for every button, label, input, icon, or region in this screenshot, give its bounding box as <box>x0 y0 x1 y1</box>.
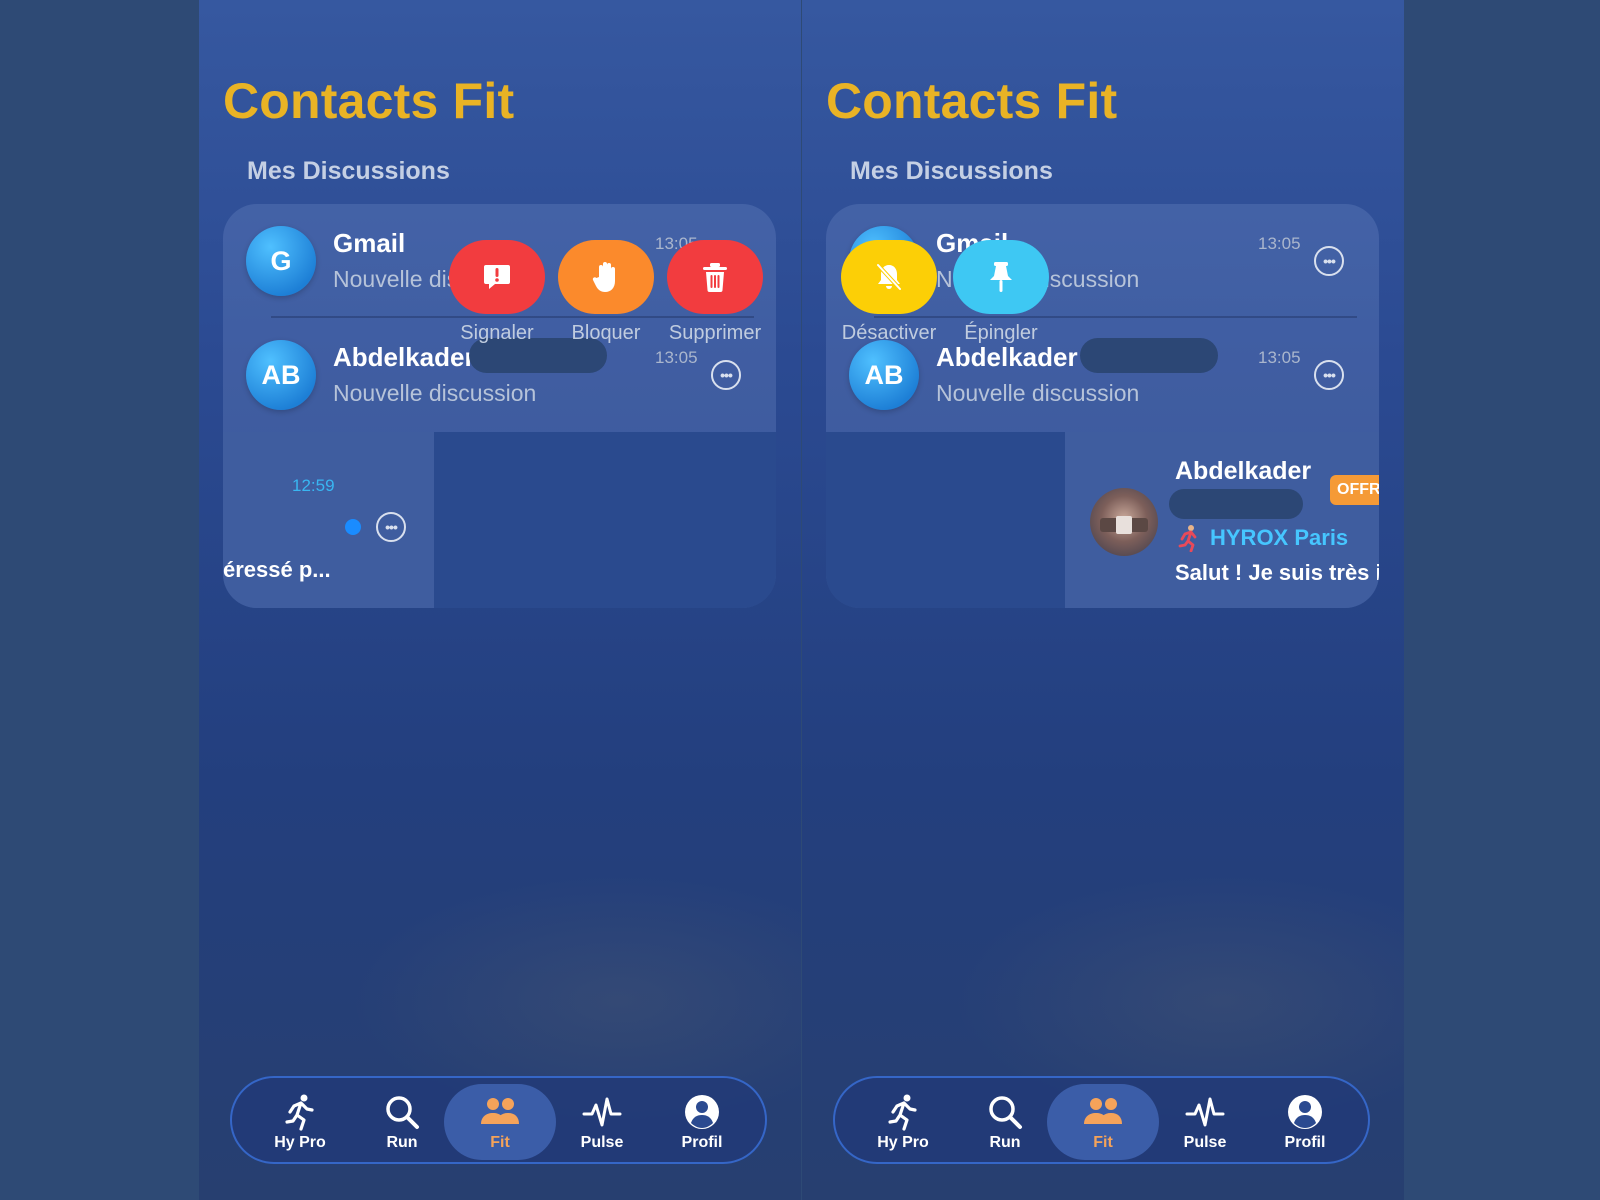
more-icon[interactable]: ••• <box>1314 360 1344 390</box>
action-label: Épingler <box>964 322 1038 344</box>
section-title: Mes Discussions <box>850 157 1053 185</box>
contact-name: Abdelkader <box>333 342 475 372</box>
message-preview: Nouvelle discussion <box>333 380 537 406</box>
message-preview: Salut ! Je suis très i <box>1175 560 1379 585</box>
runner-icon <box>1178 525 1197 552</box>
tab-profil[interactable]: Profil <box>1249 1084 1361 1160</box>
more-icon[interactable]: ••• <box>1314 246 1344 276</box>
profile-icon <box>1288 1095 1322 1129</box>
offer-badge: OFFR <box>1330 475 1379 505</box>
message-time: 13:05 <box>655 348 698 367</box>
tab-run[interactable]: Run <box>949 1084 1061 1160</box>
tab-hy-pro[interactable]: Hy Pro <box>244 1084 356 1160</box>
contact-name: Abdelkader <box>1175 457 1312 485</box>
section-title: Mes Discussions <box>247 157 450 185</box>
message-preview: Nouvelle discussion <box>936 380 1140 406</box>
message-preview: éressé p... <box>223 557 331 582</box>
epingler-button[interactable]: Épingler <box>953 240 1049 345</box>
tab-hy-pro[interactable]: Hy Pro <box>847 1084 959 1160</box>
more-icon[interactable]: ••• <box>376 512 406 542</box>
tab-profil[interactable]: Profil <box>646 1084 758 1160</box>
tab-label: Run <box>989 1134 1021 1151</box>
page-title: Contacts Fit <box>223 73 515 129</box>
runner-icon <box>888 1094 917 1131</box>
people-icon <box>481 1098 519 1124</box>
profile-icon <box>685 1095 719 1129</box>
avatar <box>1090 488 1158 556</box>
page-title: Contacts Fit <box>826 73 1118 129</box>
message-time: 12:59 <box>292 476 335 495</box>
pulse-icon <box>582 1097 622 1127</box>
hand-icon <box>592 262 615 292</box>
action-label: Supprimer <box>668 322 762 344</box>
swiped-row[interactable]: 12:59 ••• éressé p... <box>223 432 776 608</box>
bell-slash-icon <box>876 263 902 291</box>
contact-name: Gmail <box>333 228 406 258</box>
tab-pulse[interactable]: Pulse <box>1149 1084 1261 1160</box>
swiped-row-content[interactable]: 12:59 ••• éressé p... <box>223 432 434 608</box>
pulse-icon <box>1185 1097 1225 1127</box>
left-screen: Contacts Fit Mes Discussions G Gmail Nou… <box>199 0 801 1200</box>
tab-run[interactable]: Run <box>346 1084 458 1160</box>
contact-name: Abdelkader <box>936 342 1078 372</box>
pin-icon <box>990 262 1012 292</box>
tab-label: Pulse <box>1183 1134 1227 1151</box>
avatar: AB <box>246 340 316 410</box>
tab-label: Profil <box>681 1134 723 1151</box>
tab-pulse[interactable]: Pulse <box>546 1084 658 1160</box>
message-time: 13:05 <box>1258 348 1301 367</box>
swiped-row[interactable]: Abdelkader OFFR HYROX Paris Salut ! Je s… <box>826 432 1379 608</box>
more-icon[interactable]: ••• <box>711 360 741 390</box>
bottom-nav: Hy Pro Run Fit Pulse Profil <box>833 1076 1370 1164</box>
tab-label: Fit <box>490 1134 510 1151</box>
redacted-surname <box>1080 338 1218 373</box>
trash-icon <box>703 263 727 292</box>
tab-label: Run <box>386 1134 418 1151</box>
people-icon <box>1084 1098 1122 1124</box>
supprimer-button[interactable]: Supprimer <box>667 240 763 345</box>
avatar: AB <box>849 340 919 410</box>
tab-label: Fit <box>1093 1134 1113 1151</box>
tab-label: Hy Pro <box>274 1134 326 1151</box>
tab-fit[interactable]: Fit <box>444 1084 556 1160</box>
search-icon <box>989 1096 1022 1129</box>
bloquer-button[interactable]: Bloquer <box>558 240 654 345</box>
redacted-surname <box>1169 489 1303 519</box>
signaler-button[interactable]: Signaler <box>449 240 545 345</box>
tab-label: Profil <box>1284 1134 1326 1151</box>
message-time: 13:05 <box>1258 234 1301 253</box>
report-icon <box>484 265 510 289</box>
unread-dot <box>345 519 361 535</box>
desactiver-button[interactable]: Désactiver <box>841 240 937 345</box>
bottom-nav: Hy Pro Run Fit Pulse Profil <box>230 1076 767 1164</box>
avatar: G <box>246 226 316 296</box>
search-icon <box>386 1096 419 1129</box>
swiped-row-content[interactable]: Abdelkader OFFR HYROX Paris Salut ! Je s… <box>1065 432 1379 608</box>
tab-label: Pulse <box>580 1134 624 1151</box>
action-label: Désactiver <box>841 322 937 344</box>
tab-fit[interactable]: Fit <box>1047 1084 1159 1160</box>
right-screen: Contacts Fit Mes Discussions G Gmail Nou… <box>802 0 1404 1200</box>
tab-label: Hy Pro <box>877 1134 929 1151</box>
event-tag: HYROX Paris <box>1210 525 1349 550</box>
runner-icon <box>285 1094 314 1131</box>
action-label: Signaler <box>460 322 534 344</box>
action-label: Bloquer <box>571 322 641 344</box>
